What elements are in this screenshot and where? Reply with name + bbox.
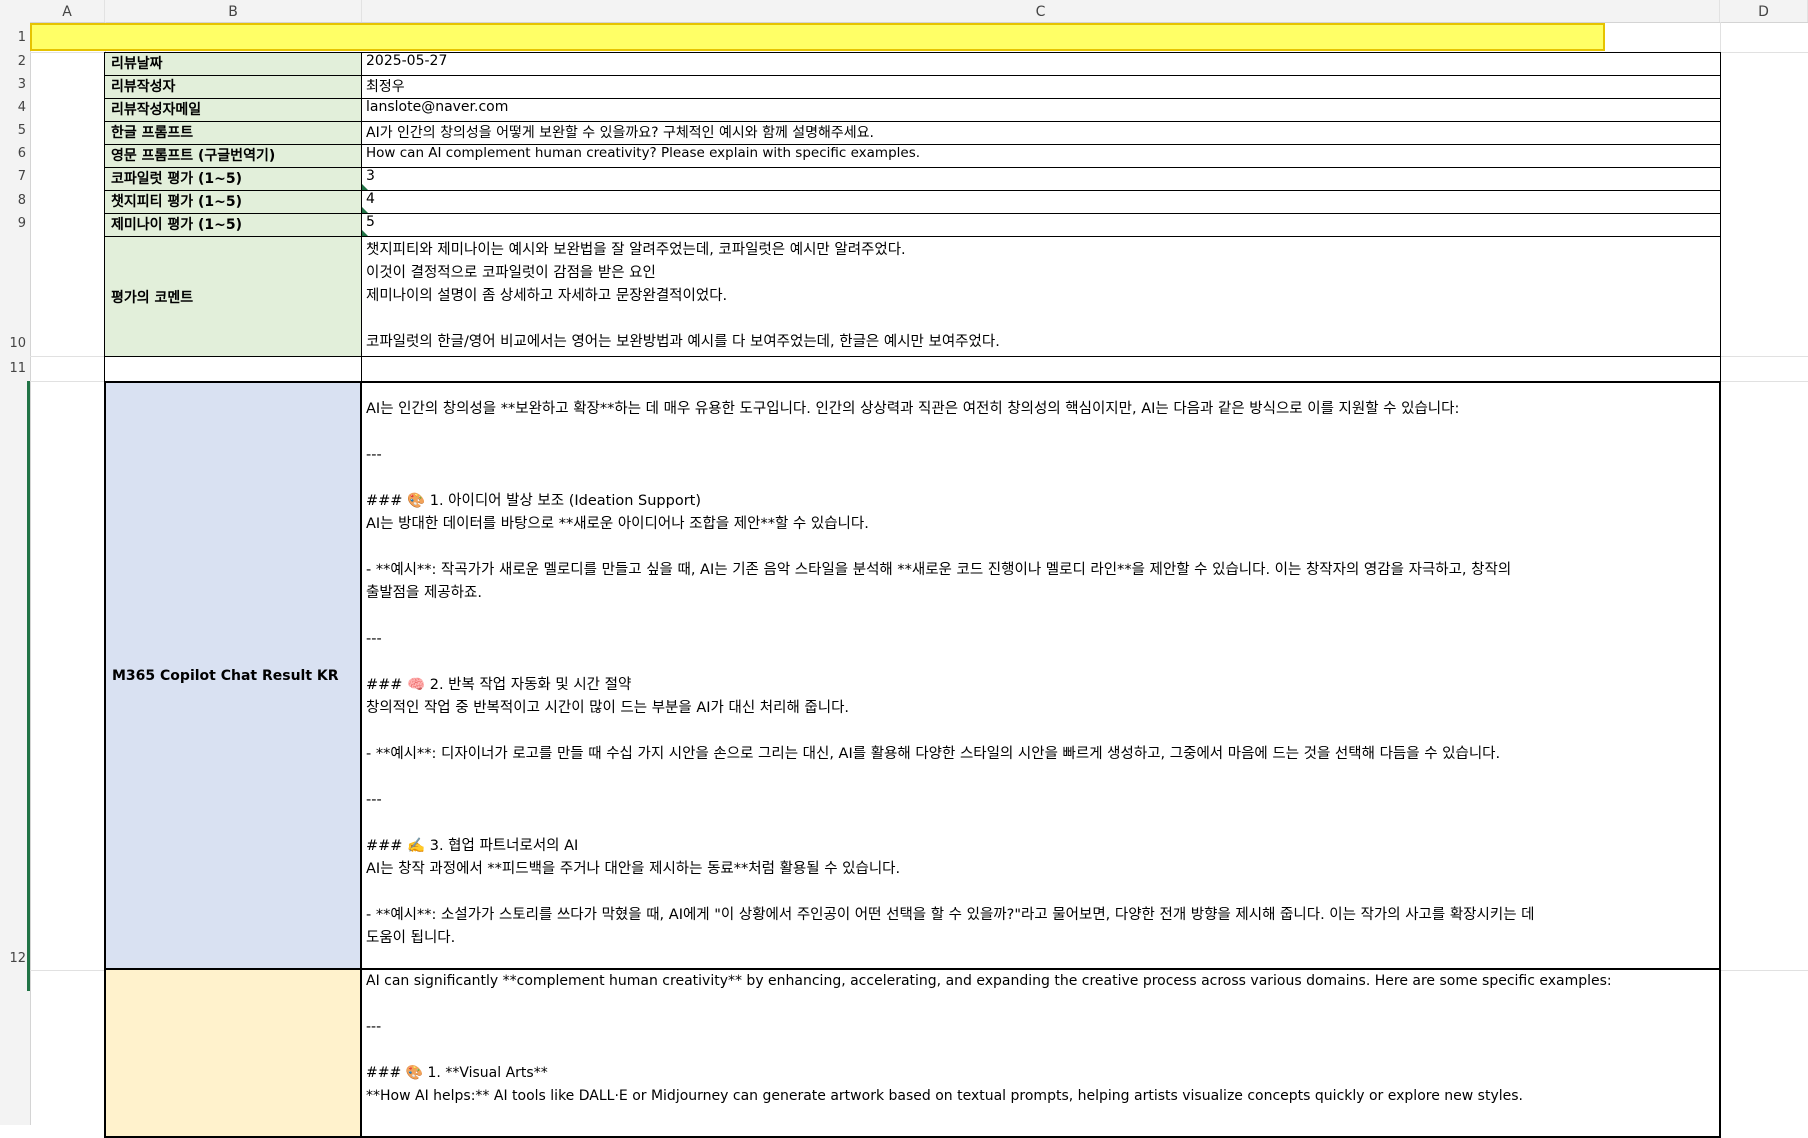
value-reviewer[interactable]: 최정우 [361,75,1721,99]
gemini-score-text: 5 [366,214,375,230]
value-comment[interactable]: 챗지피티와 제미나이는 예시와 보완법을 잘 알려주었는데, 코파일럿은 예시만… [361,236,1721,357]
value-reviewer-email[interactable]: lanslote@naver.com [361,98,1721,122]
label-chatgpt-score: 챗지피티 평가 (1~5) [104,190,362,214]
result-kr-line: --- [366,631,382,647]
column-header-b[interactable]: B [105,0,362,22]
comment-line: 챗지피티와 제미나이는 예시와 보완법을 잘 알려주었는데, 코파일럿은 예시만… [366,242,906,258]
row-header-12[interactable]: 12 [0,951,29,966]
chatgpt-score-text: 4 [366,191,375,207]
result-kr-line: AI는 인간의 창의성을 **보완하고 확장**하는 데 매우 유용한 도구입니… [366,401,1460,417]
row-header-11[interactable]: 11 [0,361,29,376]
empty-cell-c11[interactable] [361,356,1721,382]
label-reviewer: 리뷰작성자 [104,75,362,99]
comment-line: 이것이 결정적으로 코파일럿이 감점을 받은 요인 [366,265,656,281]
result-kr-line: ### 🧠 2. 반복 작업 자동화 및 시간 절약 [366,677,632,693]
row-header-1[interactable]: 1 [0,30,29,45]
result-kr-line: AI는 방대한 데이터를 바탕으로 **새로운 아이디어나 조합을 제안**할 … [366,516,869,532]
label-comment: 평가의 코멘트 [104,236,362,357]
result-kr-line: - **예시**: 작곡가가 새로운 멜로디를 만들고 싶을 때, AI는 기존… [366,562,1512,578]
result-kr-line: 창의적인 작업 중 반복적이고 시간이 많이 드는 부분을 AI가 대신 처리해… [366,700,850,716]
result-kr-line [366,720,1719,743]
result-en-line [366,1039,1719,1062]
result-en-line: **How AI helps:** AI tools like DALL·E o… [366,1088,1523,1104]
result-kr-line [366,421,1719,444]
row-header-6[interactable]: 6 [0,146,29,161]
label-english-prompt: 영문 프롬프트 (구글번역기) [104,144,362,168]
result-kr-line: AI는 창작 과정에서 **피드백을 주거나 대안을 제시하는 동료**처럼 활… [366,861,901,877]
row-header-2[interactable]: 2 [0,54,29,69]
result-en-line [366,993,1719,1016]
result-kr-line [366,766,1719,789]
result-kr-line [366,881,1719,904]
label-copilot-result-en [104,968,362,1138]
result-en-line: AI can significantly **complement human … [366,973,1612,989]
result-kr-line [366,812,1719,835]
value-korean-prompt[interactable]: AI가 인간의 창의성을 어떻게 보완할 수 있을까요? 구체적인 예시와 함께… [361,121,1721,145]
result-en-line: --- [366,1019,382,1035]
result-kr-line [366,605,1719,628]
result-kr-line: ### 🎨 1. 아이디어 발상 보조 (Ideation Support) [366,493,702,509]
row-header-10[interactable]: 10 [0,336,29,351]
result-kr-line: - **예시**: 디자이너가 로고를 만들 때 수십 가지 시안을 손으로 그… [366,746,1501,762]
copilot-score-text: 3 [366,168,375,184]
empty-cell-b11[interactable] [104,356,362,382]
comment-line: 코파일럿의 한글/영어 비교에서는 영어는 보완방법과 예시를 다 보여주었는데… [366,334,1000,350]
label-korean-prompt: 한글 프롬프트 [104,121,362,145]
result-kr-line: 도움이 됩니다. [366,930,456,946]
row-header-8[interactable]: 8 [0,193,29,208]
comment-line [366,308,1720,331]
value-gemini-score[interactable]: 5 [361,213,1721,237]
label-copilot-score: 코파일럿 평가 (1~5) [104,167,362,191]
comment-line: 제미나이의 설명이 좀 상세하고 자세하고 문장완결적이었다. [366,288,728,304]
value-copilot-result-kr[interactable]: AI는 인간의 창의성을 **보완하고 확장**하는 데 매우 유용한 도구입니… [360,381,1721,970]
result-kr-line: - **예시**: 소설가가 스토리를 쓰다가 막혔을 때, AI에게 "이 상… [366,907,1535,923]
result-kr-line: ### ✍️ 3. 협업 파트너로서의 AI [366,838,579,854]
spreadsheet: A B C D 1 2 3 4 5 6 7 8 9 10 11 12 리뷰날짜 … [0,0,1808,1138]
result-kr-line: 출발점을 제공하죠. [366,585,482,601]
row-selection-indicator [27,381,30,991]
value-review-date[interactable]: 2025-05-27 [361,52,1721,76]
row-header-9[interactable]: 9 [0,216,29,231]
result-kr-line [366,651,1719,674]
header-highlight-cell[interactable] [30,23,1605,51]
result-kr-text: AI는 인간의 창의성을 **보완하고 확장**하는 데 매우 유용한 도구입니… [366,383,1719,968]
row-header-7[interactable]: 7 [0,169,29,184]
row-header-4[interactable]: 4 [0,100,29,115]
result-en-line: ### 🎨 1. **Visual Arts** [366,1065,548,1081]
row-header-3[interactable]: 3 [0,77,29,92]
value-copilot-score[interactable]: 3 [361,167,1721,191]
column-header-a[interactable]: A [30,0,105,22]
label-reviewer-email: 리뷰작성자메일 [104,98,362,122]
label-copilot-result-kr: M365 Copilot Chat Result KR [104,381,362,970]
row-header-5[interactable]: 5 [0,123,29,138]
label-review-date: 리뷰날짜 [104,52,362,76]
column-header-d[interactable]: D [1720,0,1808,22]
result-kr-line [366,950,1719,968]
value-chatgpt-score[interactable]: 4 [361,190,1721,214]
value-english-prompt[interactable]: How can AI complement human creativity? … [361,144,1721,168]
column-header-bar: A B C D [0,0,1808,23]
result-kr-line: --- [366,447,382,463]
result-kr-line [366,467,1719,490]
value-copilot-result-en[interactable]: AI can significantly **complement human … [360,968,1721,1138]
column-header-c[interactable]: C [362,0,1720,22]
label-gemini-score: 제미나이 평가 (1~5) [104,213,362,237]
result-kr-line: --- [366,792,382,808]
result-kr-line [366,536,1719,559]
